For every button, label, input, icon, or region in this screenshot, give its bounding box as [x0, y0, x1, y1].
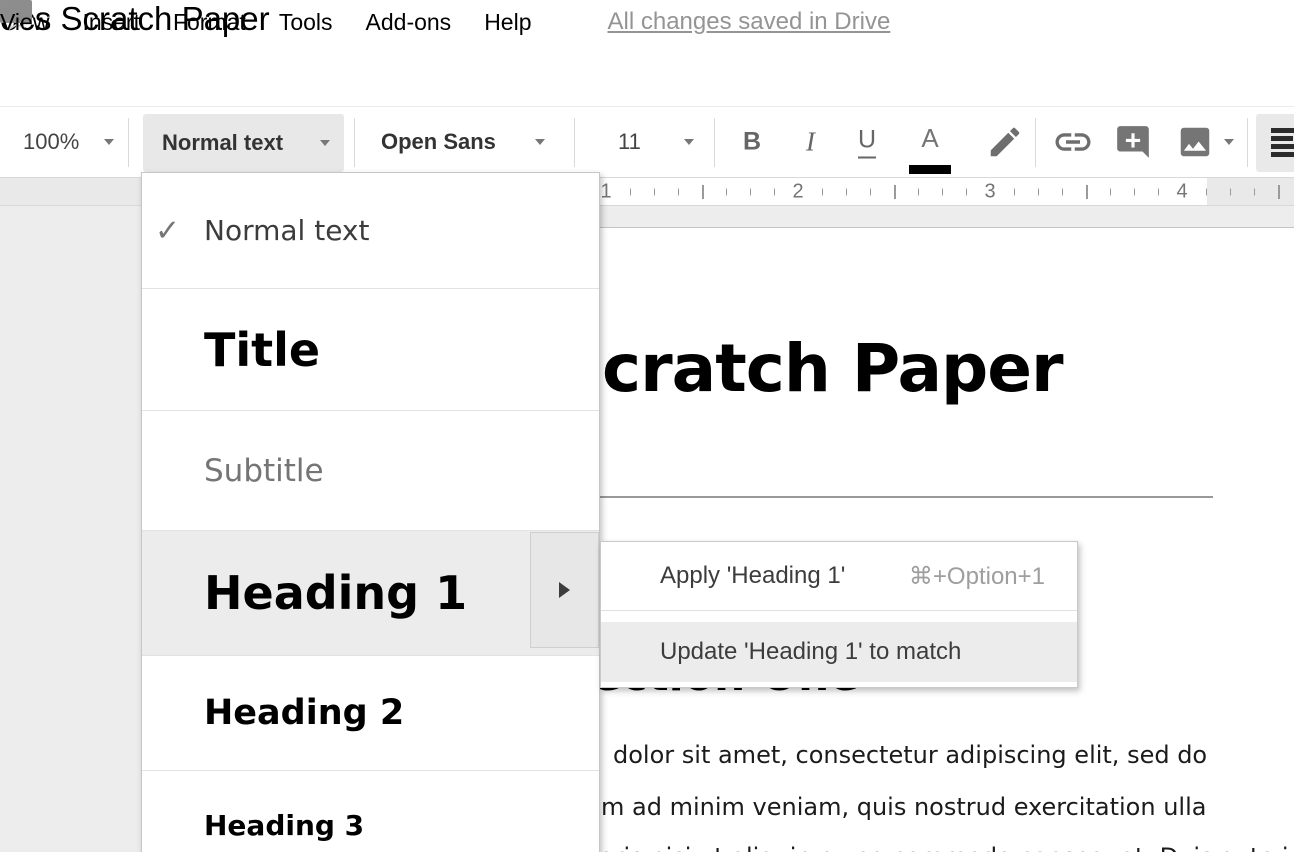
- save-status-link[interactable]: All changes saved in Drive: [608, 8, 891, 36]
- heading1-submenu: Apply 'Heading 1' ⌘+Option+1 Update 'Hea…: [600, 541, 1078, 688]
- menubar: View Insert Format Tools Add-ons Help Al…: [0, 0, 890, 44]
- menu-tools[interactable]: Tools: [279, 9, 333, 36]
- apply-heading1-label: Apply 'Heading 1': [660, 562, 845, 590]
- align-left-icon: [1271, 128, 1294, 160]
- text-color-letter: A: [906, 121, 954, 155]
- style-option-label: Heading 2: [204, 693, 404, 733]
- heading1-submenu-button[interactable]: [530, 532, 599, 648]
- style-option-label: Subtitle: [204, 453, 324, 489]
- font-size-caret-icon[interactable]: [684, 139, 694, 145]
- paragraph-style-value: Normal text: [162, 130, 283, 156]
- menu-format[interactable]: Format: [173, 9, 246, 36]
- paragraph-style-caret-icon: [320, 140, 330, 146]
- toolbar-separator: [354, 118, 355, 167]
- underline-button[interactable]: U: [858, 126, 876, 159]
- font-family-caret-icon[interactable]: [535, 139, 545, 145]
- style-option-label: Heading 3: [204, 809, 364, 842]
- menu-addons[interactable]: Add-ons: [366, 9, 452, 36]
- style-option-title[interactable]: Title: [142, 288, 599, 410]
- toolbar-separator: [128, 118, 129, 167]
- doc-body-line[interactable]: oris nisi ut aliquip ex ea commodo conse…: [599, 843, 1294, 852]
- font-family-select[interactable]: Open Sans: [381, 129, 496, 155]
- update-heading1-item[interactable]: Update 'Heading 1' to match: [601, 622, 1077, 682]
- toolbar-separator: [1035, 118, 1036, 167]
- checkmark-icon: ✓: [155, 213, 180, 248]
- font-size-select[interactable]: 11: [618, 129, 641, 155]
- align-button[interactable]: [1256, 114, 1294, 172]
- toolbar-separator: [714, 118, 715, 167]
- doc-body-line[interactable]: dolor sit amet, consectetur adipiscing e…: [613, 741, 1207, 769]
- zoom-caret-icon[interactable]: [104, 139, 114, 145]
- menu-view[interactable]: View: [0, 9, 49, 36]
- update-heading1-label: Update 'Heading 1' to match: [660, 638, 961, 666]
- doc-body-line[interactable]: m ad minim veniam, quis nostrud exercita…: [601, 793, 1206, 821]
- submenu-arrow-icon: [559, 582, 570, 598]
- menu-insert[interactable]: Insert: [82, 9, 140, 36]
- paint-format-icon[interactable]: [986, 123, 1024, 161]
- doc-title-text[interactable]: cratch Paper: [602, 330, 1063, 407]
- menu-help[interactable]: Help: [484, 9, 531, 36]
- style-option-label: Normal text: [204, 214, 369, 247]
- google-docs-window: ocs Scratch Paper View Insert Format Too…: [0, 0, 1294, 852]
- italic-button[interactable]: I: [806, 127, 815, 158]
- toolbar: 100% Normal text Open Sans 11 B I U A: [0, 106, 1294, 178]
- apply-heading1-item[interactable]: Apply 'Heading 1' ⌘+Option+1: [601, 542, 1077, 611]
- insert-image-icon[interactable]: [1176, 123, 1214, 161]
- text-color-button[interactable]: A: [906, 121, 954, 175]
- apply-heading1-shortcut: ⌘+Option+1: [909, 562, 1045, 591]
- paragraph-styles-dropdown: ✓ Normal text Title Subtitle Heading 1 H…: [141, 172, 600, 852]
- insert-comment-icon[interactable]: [1114, 123, 1152, 161]
- style-option-heading2[interactable]: Heading 2: [142, 655, 599, 770]
- style-option-normal-text[interactable]: ✓ Normal text: [142, 173, 599, 288]
- style-option-label: Heading 1: [204, 566, 467, 620]
- insert-link-icon[interactable]: [1052, 121, 1094, 163]
- paragraph-style-select[interactable]: Normal text: [143, 114, 344, 172]
- toolbar-separator: [574, 118, 575, 167]
- toolbar-separator: [1247, 118, 1248, 167]
- zoom-select[interactable]: 100%: [23, 129, 79, 155]
- style-option-heading3[interactable]: Heading 3: [142, 770, 599, 852]
- bold-button[interactable]: B: [743, 128, 761, 157]
- style-option-label: Title: [204, 323, 320, 377]
- style-option-heading1[interactable]: Heading 1: [142, 530, 599, 655]
- text-color-bar: [909, 165, 951, 174]
- insert-image-caret-icon[interactable]: [1224, 139, 1234, 145]
- style-option-subtitle[interactable]: Subtitle: [142, 410, 599, 530]
